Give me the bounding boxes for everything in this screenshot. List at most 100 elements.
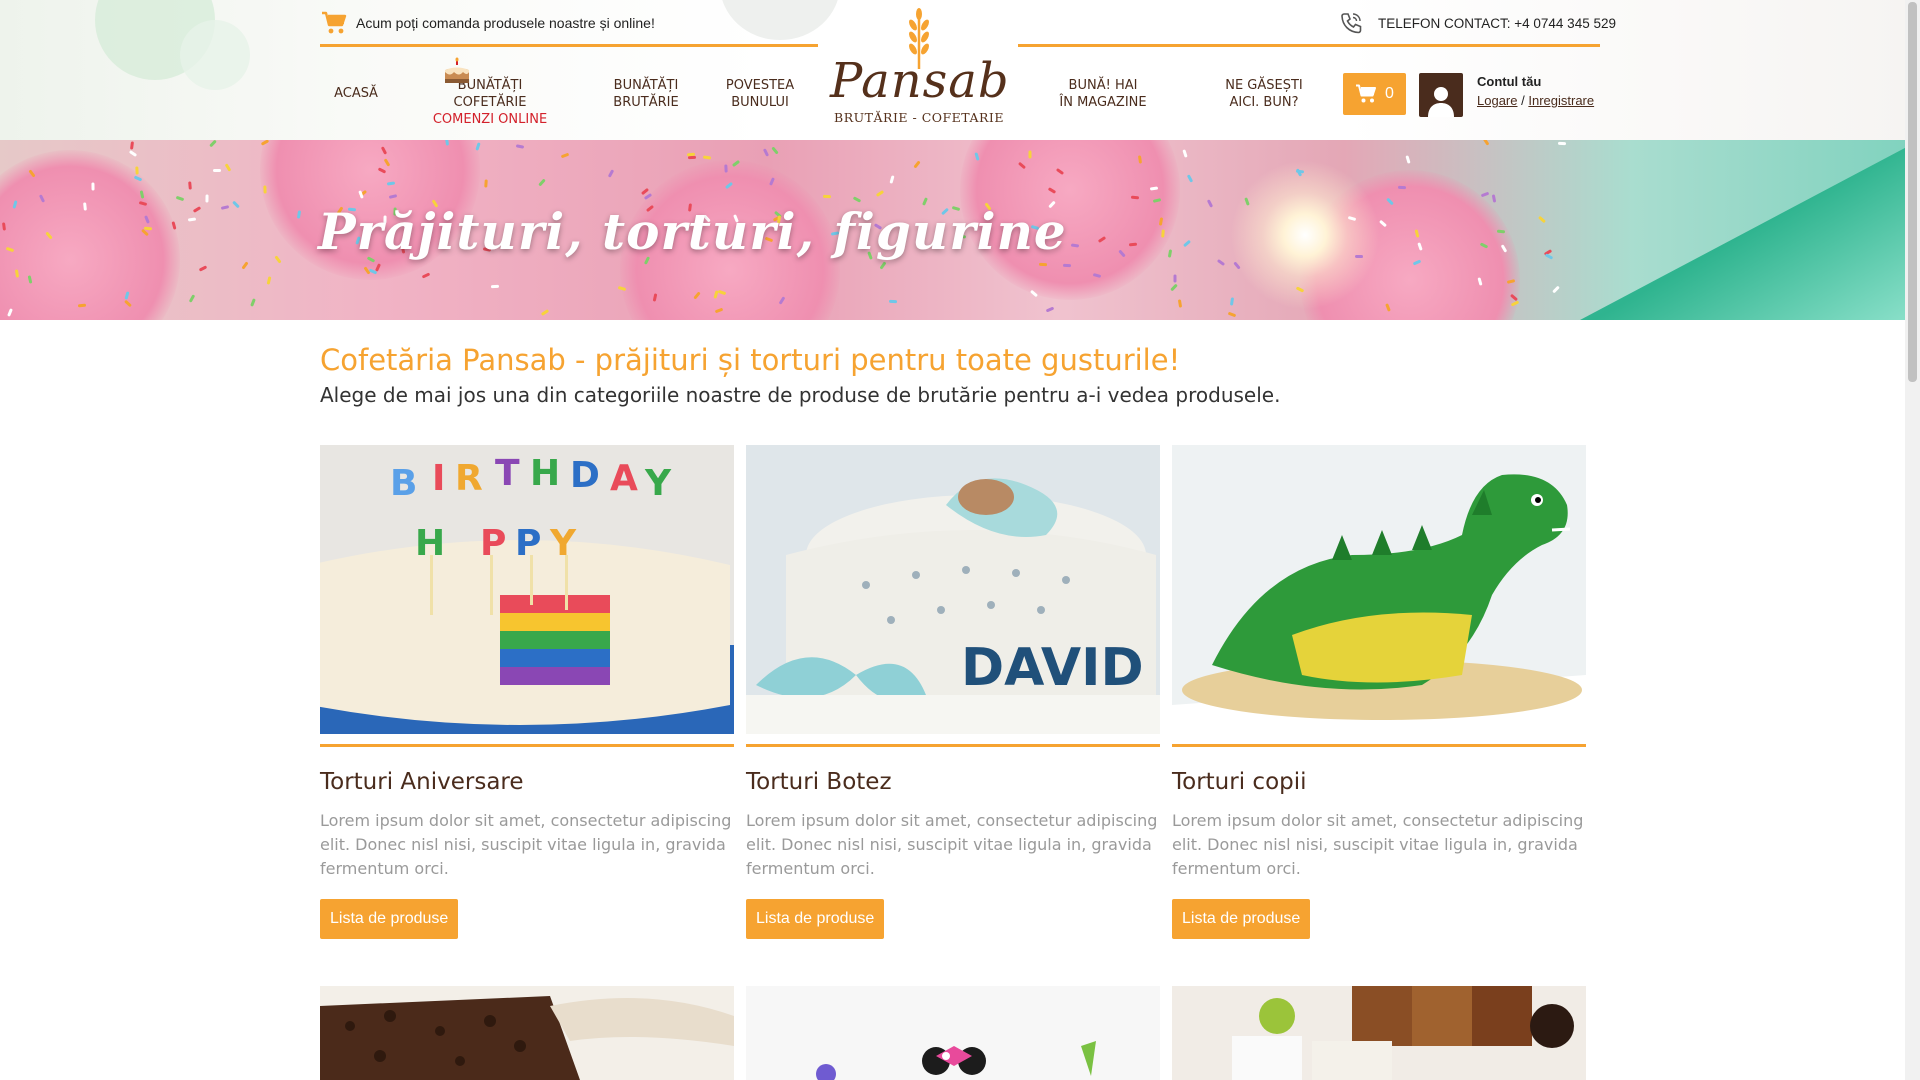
nav-poveste-line1: POVESTEA xyxy=(725,78,795,93)
decorative-circle xyxy=(180,20,250,90)
sprinkle xyxy=(192,206,202,213)
sprinkle xyxy=(1186,174,1194,183)
product-card: B I R T H D A Y H P P Y Torturi Aniversa… xyxy=(320,445,734,939)
birthday-cake-image[interactable]: B I R T H D A Y H P P Y xyxy=(320,445,734,734)
sprinkle xyxy=(421,272,431,279)
sprinkle xyxy=(1167,249,1173,258)
character-figurines-image[interactable] xyxy=(746,986,1160,1080)
nav-acasa[interactable]: ACASĂ xyxy=(320,85,392,102)
phone-icon xyxy=(1341,13,1362,34)
login-link[interactable]: Logare xyxy=(1477,93,1517,108)
nav-poveste-line2: BUNULUI xyxy=(731,95,789,110)
sprinkle xyxy=(135,166,139,175)
sprinkle xyxy=(209,140,217,148)
user-avatar[interactable] xyxy=(1419,73,1463,117)
shopping-cart-icon xyxy=(1356,84,1377,103)
card-divider xyxy=(1172,744,1586,747)
cart-count: 0 xyxy=(1385,85,1394,102)
sprinkle xyxy=(198,265,208,272)
sprinkle xyxy=(879,261,887,270)
nav-cofetarie-online-label: COMENZI ONLINE xyxy=(432,112,548,127)
sprinkle xyxy=(266,276,272,285)
sprinkle xyxy=(220,205,230,210)
sprinkle xyxy=(128,150,138,157)
account-links: Logare / Inregistrare xyxy=(1477,92,1594,110)
page-intro-text: Alege de mai jos una din categoriile noa… xyxy=(320,383,1281,407)
scrollbar-thumb[interactable] xyxy=(1908,2,1917,382)
svg-text:H: H xyxy=(530,453,560,494)
hero-banner: Prăjituri, torturi, figurine xyxy=(0,140,1920,320)
sprinkle xyxy=(1538,215,1546,224)
sprinkle xyxy=(232,200,240,209)
page-scrollbar[interactable] xyxy=(1905,0,1920,1080)
product-list-button[interactable]: Lista de produse xyxy=(320,899,459,939)
nav-bunatati-cofetarie[interactable]: BUNĂTĂȚI COFETĂRIE COMENZI ONLINE xyxy=(420,57,560,128)
sprinkle xyxy=(263,185,267,194)
product-list-button[interactable]: Lista de produse xyxy=(1172,899,1311,939)
site-header: Acum poți comanda produsele noastre și o… xyxy=(0,0,1920,140)
account-separator: / xyxy=(1521,93,1525,108)
sprinkle xyxy=(1480,191,1490,198)
product-title[interactable]: Torturi copii xyxy=(1172,767,1586,797)
sprinkle xyxy=(187,217,197,222)
sprinkle xyxy=(188,294,196,303)
sprinkle xyxy=(1229,297,1235,306)
product-title[interactable]: Torturi Botez xyxy=(746,767,1160,797)
register-link[interactable]: Inregistrare xyxy=(1528,93,1594,108)
sprinkle xyxy=(484,179,488,188)
account-title: Contul tău xyxy=(1477,74,1542,89)
sprinkle xyxy=(702,155,712,160)
svg-text:Y: Y xyxy=(549,523,577,564)
sprinkle xyxy=(241,261,249,270)
svg-text:R: R xyxy=(455,458,483,499)
nav-buna-line1: BUNĂ! HAI xyxy=(1068,78,1138,93)
pastries-assortment-image[interactable] xyxy=(1172,986,1586,1080)
phone-text: TELEFON CONTACT: +4 0744 345 529 xyxy=(1378,15,1616,31)
sprinkle xyxy=(724,164,728,173)
sprinkle xyxy=(1354,254,1364,259)
product-card: DAVID Torturi Botez Lorem ipsum dolor si… xyxy=(746,445,1160,939)
svg-text:P: P xyxy=(480,523,506,564)
card-divider xyxy=(746,744,1160,747)
sprinkle xyxy=(540,309,550,316)
svg-text:I: I xyxy=(432,458,445,499)
nav-gasesti-line2: AICI. BUN? xyxy=(1229,95,1299,110)
sprinkle xyxy=(130,141,134,150)
sprinkle xyxy=(475,142,481,151)
sprinkle xyxy=(1170,283,1178,292)
product-description: Lorem ipsum dolor sit amet, consectetur … xyxy=(1172,811,1584,878)
chocolate-cake-image[interactable] xyxy=(320,986,734,1080)
cart-button[interactable]: 0 xyxy=(1343,73,1406,115)
nav-buna-hai-in-magazine[interactable]: BUNĂ! HAI ÎN MAGAZINE xyxy=(1040,77,1166,111)
dinosaur-cake-image[interactable] xyxy=(1172,445,1586,734)
sprinkle xyxy=(1544,253,1554,260)
nav-bunatati-brutarie[interactable]: BUNĂTĂȚI BRUTĂRIE xyxy=(600,77,692,111)
sprinkle xyxy=(188,181,192,190)
cake-name-text: DAVID xyxy=(961,638,1144,698)
sprinkle xyxy=(515,144,525,149)
nav-buna-line2: ÎN MAGAZINE xyxy=(1059,95,1147,110)
sprinkle xyxy=(1491,194,1497,203)
sprinkle xyxy=(1405,155,1411,164)
nav-povestea-bunului[interactable]: POVESTEA BUNULUI xyxy=(712,77,808,111)
product-description: Lorem ipsum dolor sit amet, consectetur … xyxy=(746,811,1158,878)
user-icon xyxy=(1428,87,1454,117)
product-description: Lorem ipsum dolor sit amet, consectetur … xyxy=(320,811,732,878)
product-title[interactable]: Torturi Aniversare xyxy=(320,767,734,797)
logo-subtitle: BRUTĂRIE - COFETARIE xyxy=(834,110,1004,125)
nav-ne-gasesti[interactable]: NE GĂSEȘTI AICI. BUN? xyxy=(1210,77,1318,111)
sprinkle xyxy=(1216,258,1226,267)
product-list-button[interactable]: Lista de produse xyxy=(746,899,885,939)
pansab-logo[interactable]: Pansab BRUTĂRIE - COFETARIE xyxy=(830,5,1009,125)
sprinkle xyxy=(1182,239,1192,248)
christening-cake-image[interactable]: DAVID xyxy=(746,445,1160,734)
sprinkle xyxy=(250,298,256,307)
sprinkle xyxy=(91,182,95,191)
sprinkle xyxy=(560,152,570,159)
svg-text:D: D xyxy=(570,455,600,496)
svg-text:P: P xyxy=(515,523,541,564)
sprinkle xyxy=(1552,285,1560,294)
sprinkle xyxy=(444,140,450,146)
sparkler-icon xyxy=(1230,160,1380,310)
sprinkle xyxy=(771,146,779,155)
